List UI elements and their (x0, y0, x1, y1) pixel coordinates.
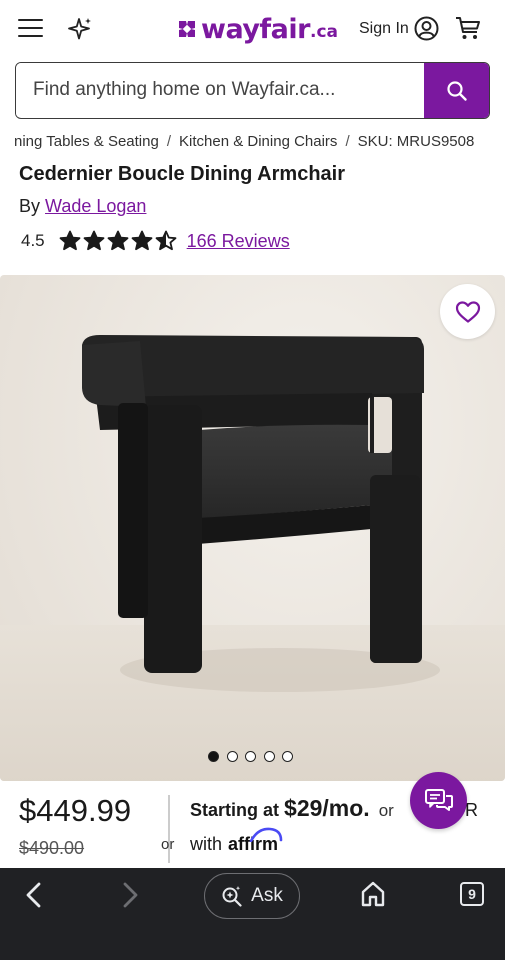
tabs-button[interactable]: 9 (460, 882, 484, 906)
logo-mark-icon (179, 21, 195, 37)
or-right-label: or (378, 801, 394, 820)
browser-toolbar: Ask 9 (0, 868, 505, 960)
sparkle-icon[interactable] (67, 16, 93, 42)
rating-row: 4.5 166 Reviews (21, 229, 290, 253)
rating-value: 4.5 (21, 231, 45, 250)
star-icon (59, 230, 81, 251)
back-arrow-icon[interactable] (22, 880, 46, 910)
product-image[interactable] (0, 275, 505, 781)
breadcrumb-separator: / (166, 133, 172, 150)
logo-text: wayfair (201, 13, 310, 45)
chat-icon (424, 788, 453, 811)
product-title: Cedernier Boucle Dining Armchair (19, 163, 345, 185)
by-label: By (19, 196, 41, 216)
ask-button[interactable]: Ask (204, 873, 300, 919)
star-icon (155, 230, 177, 251)
sign-in-link[interactable]: Sign In (359, 20, 409, 38)
search-bar (15, 62, 490, 119)
current-price: $449.99 (19, 793, 132, 828)
affirm-logo: affirm (228, 827, 283, 855)
search-input[interactable] (16, 63, 424, 117)
forward-arrow-icon[interactable] (118, 880, 142, 910)
menu-icon[interactable] (18, 18, 44, 38)
monthly-amount: $29/mo. (284, 795, 370, 821)
gallery-dot[interactable] (263, 751, 275, 762)
chat-button[interactable] (410, 772, 467, 829)
or-label: or (161, 836, 175, 853)
gallery-dot[interactable] (226, 751, 238, 762)
affirm-line[interactable]: with affirm (190, 827, 283, 855)
ask-label: Ask (251, 885, 283, 906)
ai-search-icon (222, 886, 242, 907)
reviews-link[interactable]: 166 Reviews (187, 231, 290, 252)
starting-at-label: Starting at (190, 800, 280, 820)
star-icon (131, 230, 153, 251)
gallery-dot[interactable] (282, 751, 293, 762)
search-button[interactable] (424, 63, 489, 118)
breadcrumb-item[interactable]: ning Tables & Seating (14, 133, 159, 150)
home-icon[interactable] (360, 880, 386, 908)
wayfair-logo[interactable]: wayfair .ca (176, 13, 338, 45)
breadcrumb: ning Tables & Seating / Kitchen & Dining C… (14, 133, 505, 150)
chair-image (82, 335, 440, 692)
cart-icon[interactable] (455, 16, 481, 41)
original-price: $490.00 (19, 838, 85, 858)
logo-suffix: .ca (309, 22, 338, 42)
with-label: with (190, 834, 223, 854)
breadcrumb-separator: / (345, 133, 350, 150)
rating-stars (59, 230, 179, 252)
truncated-text: R (465, 800, 478, 820)
star-icon (83, 230, 105, 251)
site-header: wayfair .ca Sign In (0, 0, 505, 58)
search-icon (446, 80, 467, 101)
gallery-dot[interactable] (208, 751, 219, 762)
heart-icon (455, 300, 480, 323)
product-byline: By Wade Logan (19, 196, 146, 217)
gallery-dots (208, 751, 301, 762)
affirm-arc-icon (249, 827, 283, 842)
tab-count: 9 (468, 886, 476, 902)
star-icon (107, 230, 129, 251)
user-icon[interactable] (414, 16, 439, 41)
breadcrumb-sku: SKU: MRUS9508 (357, 133, 475, 150)
favorite-button[interactable] (440, 284, 495, 339)
gallery-dot[interactable] (245, 751, 256, 762)
brand-link[interactable]: Wade Logan (45, 196, 146, 216)
breadcrumb-item[interactable]: Kitchen & Dining Chairs (179, 133, 337, 150)
financing-offer: Starting at $29/mo. or (190, 795, 394, 822)
